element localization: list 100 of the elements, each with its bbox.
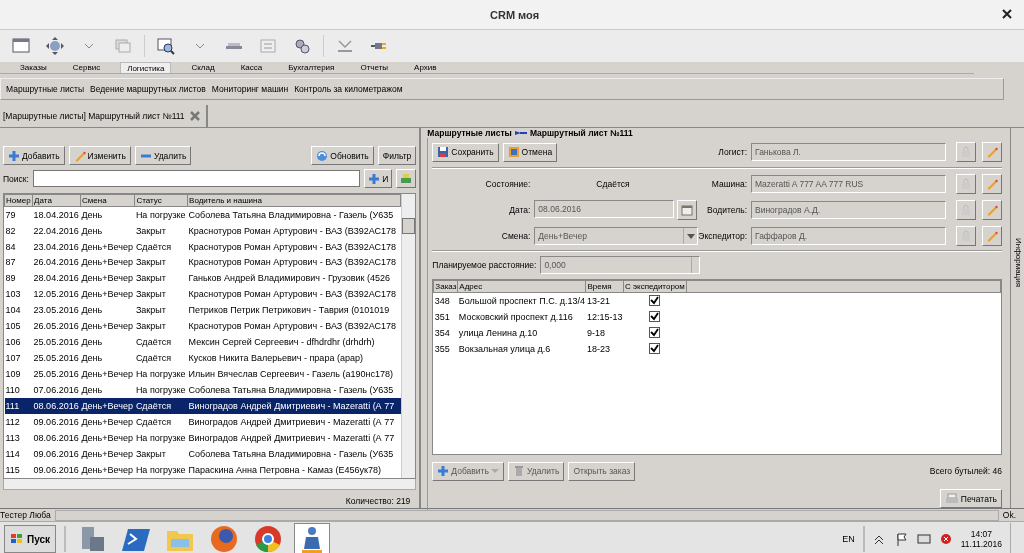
column-header[interactable]: Адрес [457, 280, 586, 293]
button[interactable]: Добавить [3, 146, 65, 165]
submenu-item[interactable]: Мониторинг машин [211, 84, 289, 94]
menu-tab[interactable]: Архив [408, 62, 443, 73]
checkbox[interactable] [649, 310, 661, 322]
date-field[interactable]: 08.06.2016 [534, 199, 675, 218]
distance-field[interactable]: 0,000 [540, 256, 701, 274]
column-header[interactable]: С экспедитором [623, 280, 687, 293]
table-cell-text: День+Вечер [80, 320, 134, 334]
table-cell-text: Закрыт [134, 256, 167, 270]
menu-tab[interactable]: Логистика [120, 62, 172, 73]
table-cell: 113 [4, 429, 33, 446]
vertical-scrollbar[interactable] [401, 194, 416, 478]
flag-icon[interactable] [894, 532, 909, 546]
submenu-item[interactable]: Ведение маршрутных листов [90, 84, 206, 94]
scanner-icon [226, 43, 242, 49]
table-cell: 112 [4, 414, 33, 430]
button[interactable]: Отмена [502, 142, 558, 162]
table-cell-text: Параскина Анна Петровна - Камаз (Е456ук78) [187, 463, 382, 477]
checkbox[interactable] [649, 342, 661, 354]
button[interactable]: Сохранить [432, 142, 499, 162]
print-button[interactable]: Печатать [939, 489, 1002, 508]
select-button[interactable] [956, 173, 976, 194]
select-button[interactable] [956, 225, 976, 246]
table-cell: 115 [4, 461, 33, 478]
table-cell: Сдаётся [134, 414, 188, 430]
table-cell-text: 23.05.2016 [32, 304, 80, 318]
table-cell: 105 [4, 318, 33, 335]
column-header[interactable]: Время [585, 280, 624, 293]
caret-icon [84, 43, 94, 49]
table-cell-text: Краснотуров Роман Артурович - ВАЗ (В392АС178 [187, 256, 398, 270]
table-cell: На погрузке [134, 382, 188, 399]
start-button[interactable]: Пуск [4, 525, 57, 553]
search-field[interactable] [32, 170, 361, 187]
close-icon[interactable] [189, 111, 200, 121]
edit-button[interactable] [982, 173, 1002, 194]
button[interactable]: Фильтр [377, 146, 417, 165]
table-cell: День+Вечер [80, 414, 135, 430]
table-cell-text: Виноградов Андрей Дмитриевич - Mazeratti (А 77 [187, 431, 396, 445]
calendar-button[interactable] [677, 199, 698, 220]
column-header[interactable]: Водитель и нашина [187, 194, 401, 207]
taskbar-app[interactable] [294, 523, 331, 553]
column-header[interactable]: Номер [4, 194, 33, 207]
column-header[interactable]: Дата [32, 194, 81, 207]
table-cell: 110 [4, 382, 33, 399]
breadcrumb-link[interactable]: Маршрутные листы [427, 128, 512, 138]
table-cell-text: 12:15-13 [585, 310, 624, 324]
input-field[interactable]: Mazeratti A 777 AA 777 RUS [751, 174, 946, 193]
column-header[interactable]: Статус [134, 194, 188, 207]
edit-button[interactable] [982, 142, 1002, 162]
shift-dropdown[interactable]: День+Вечер [534, 226, 699, 245]
window-icon [11, 36, 31, 56]
side-panel-tab[interactable]: Информация [1013, 238, 1023, 287]
select-button[interactable] [956, 142, 976, 162]
submenu-item[interactable]: Маршрутные листы [6, 84, 85, 94]
selected-row[interactable]: 111 08.06.2016 День+Вечер Сдаётся Виноградов Андрей Дмитриевич - Mazeratti (А 77 [4, 398, 401, 414]
menu-tab[interactable]: Бухгалтерия [282, 62, 341, 73]
menu-tab[interactable]: Отчеты [354, 62, 395, 73]
logist-field[interactable]: Ганькова Л. [751, 143, 946, 161]
table-cell-text: День [80, 352, 104, 366]
button[interactable]: Удалить [134, 146, 192, 165]
gears-icon [292, 36, 312, 56]
table-cell-text: Мексин Сергей Сергеевич - dfhdrdhr (drhdrh) [187, 336, 376, 350]
refresh-icon [316, 149, 329, 162]
table-cell-text: На погрузке [134, 431, 187, 445]
table-cell-text: День+Вечер [80, 256, 134, 270]
table-cell: 87 [4, 254, 33, 271]
table-cell: На погрузке [134, 206, 188, 223]
menu-tab[interactable]: Сервис [66, 62, 107, 73]
table-cell-text: Соболева Татьяна Владимировна - Газель (У635 [187, 447, 395, 461]
edit-button[interactable] [982, 225, 1002, 246]
clock-time[interactable]: 14:07 [970, 529, 992, 539]
button[interactable]: Обновить [311, 146, 374, 165]
clock-date[interactable]: 11.11.2016 [960, 539, 1002, 549]
error-icon[interactable] [938, 532, 953, 546]
monitor-icon[interactable] [916, 532, 931, 546]
print-button[interactable] [396, 169, 417, 188]
edit-button[interactable] [982, 199, 1002, 220]
table-cell: Сдаётся [134, 398, 188, 414]
checkbox[interactable] [649, 326, 661, 338]
record-count: Количество: 219 [345, 496, 411, 506]
and-button[interactable]: И [364, 169, 393, 188]
trash-icon [512, 465, 525, 477]
language-indicator[interactable]: EN [842, 534, 855, 544]
checkbox[interactable] [649, 294, 661, 306]
menu-tab[interactable]: Касса [234, 62, 269, 73]
select-button[interactable] [956, 199, 976, 220]
table-cell-text: 103 [4, 288, 22, 302]
table-cell-text: День+Вечер [80, 463, 134, 477]
column-header[interactable]: Заказ [433, 280, 458, 293]
horizontal-scrollbar[interactable] [3, 479, 417, 490]
submenu-item[interactable]: Контроль за километражом [294, 84, 403, 94]
button[interactable]: Изменить [68, 146, 131, 165]
input-field[interactable]: Гаффаров Д. [751, 226, 946, 245]
document-tab[interactable]: [Маршрутные листы] Маршрутный лист №111 [1, 105, 208, 127]
table-cell-text: Краснотуров Роман Артурович - ВАЗ (В392АС178 [187, 320, 398, 334]
menu-tab[interactable]: Склад [185, 62, 221, 73]
menu-tab[interactable]: Заказы [14, 62, 53, 73]
input-field[interactable]: Виноградов А.Д. [751, 200, 946, 219]
column-header[interactable]: Смена [80, 194, 135, 207]
